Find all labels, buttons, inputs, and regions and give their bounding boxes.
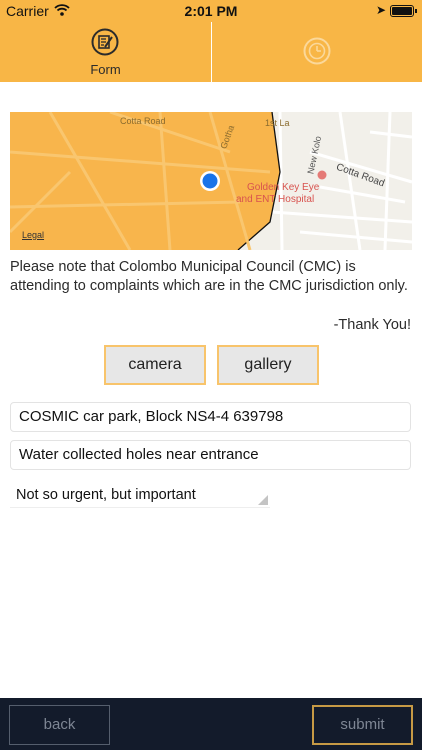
map-road-label: Cotta Road [120,116,166,126]
tab-bar: Form [0,22,422,82]
thank-you-text: -Thank You! [333,317,411,333]
location-arrow-icon: ➤ [376,3,387,17]
tab-form[interactable]: Form [0,22,211,82]
urgency-select[interactable]: Not so urgent, but important [10,482,270,508]
clock-history-icon [303,37,331,65]
status-bar: Carrier 2:01 PM ➤ [0,0,422,22]
map-canvas [10,112,412,250]
status-time: 2:01 PM [184,3,238,19]
map-legal-link[interactable]: Legal [22,230,44,240]
urgency-value: Not so urgent, but important [16,487,196,503]
map-place-label: Golden Key Eye [247,182,320,193]
battery-tip [415,9,417,13]
bottom-bar: back submit [0,698,422,750]
jurisdiction-notice: Please note that Colombo Municipal Counc… [10,259,408,294]
gallery-button[interactable]: gallery [217,345,319,385]
submit-button[interactable]: submit [312,705,413,745]
back-button[interactable]: back [9,705,110,745]
dropdown-corner-icon [258,495,268,505]
location-map[interactable]: New Kolo Cotta Road Cotta Road Gotha 1st… [10,112,412,250]
battery-icon [390,5,414,17]
location-field[interactable]: COSMIC car park, Block NS4-4 639798 [10,402,411,432]
description-field[interactable]: Water collected holes near entrance [10,440,411,470]
tab-form-label: Form [90,62,121,77]
map-road-label: 1st La [265,118,290,128]
map-place-label: and ENT Hospital [236,194,315,205]
tab-history[interactable] [212,22,422,82]
form-edit-icon [91,28,119,56]
camera-button[interactable]: camera [104,345,206,385]
